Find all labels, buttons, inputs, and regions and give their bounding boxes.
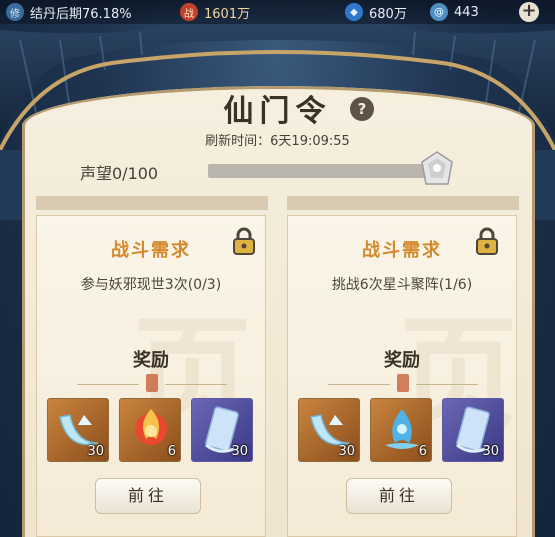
plus-icon[interactable]: + — [519, 2, 539, 22]
item-count: 30 — [87, 444, 104, 459]
realm-progress-text: 结丹后期76.18% — [30, 6, 132, 22]
divider-right — [287, 196, 519, 210]
fire-orb-icon[interactable]: 6 — [119, 398, 181, 462]
page-title: 仙门令 — [223, 94, 332, 129]
currency-value: 443 — [454, 4, 479, 20]
reputation-chest-icon[interactable] — [418, 150, 456, 188]
talisman-scroll-icon[interactable]: 30 — [191, 398, 253, 462]
reward-items: 30 6 30 — [47, 398, 257, 462]
item-count: 6 — [167, 444, 176, 459]
talisman-scroll-icon[interactable]: 30 — [442, 398, 504, 462]
reputation-progress-bar — [208, 164, 430, 178]
crescent-blade-icon[interactable]: 30 — [47, 398, 109, 462]
item-count: 6 — [418, 444, 427, 459]
reward-line-left — [328, 384, 390, 385]
realm-status: 修 结丹后期76.18% — [6, 0, 132, 24]
item-count: 30 — [231, 444, 248, 459]
task-card-1: 页 战斗需求 参与妖邪现世3次(0/3) 奖励 30 6 30 前往 — [36, 215, 266, 537]
item-count: 30 — [482, 444, 499, 459]
reward-items: 30 6 30 — [298, 398, 508, 462]
reward-title: 奖励 — [384, 350, 420, 371]
go-button[interactable]: 前往 — [346, 478, 452, 514]
refresh-timer: 刷新时间：6天19:09:55 — [205, 134, 350, 149]
reputation-label: 声望0/100 — [80, 164, 159, 183]
seal-icon — [146, 374, 158, 392]
reward-line-right — [416, 384, 478, 385]
lock-icon[interactable] — [231, 226, 257, 256]
item-count: 30 — [338, 444, 355, 459]
spirit-stones-value: 680万 — [369, 6, 407, 22]
go-button[interactable]: 前往 — [95, 478, 201, 514]
reward-line-left — [77, 384, 139, 385]
combat-power-value: 1601万 — [204, 6, 251, 22]
cultivation-icon: 修 — [6, 3, 24, 21]
water-flame-icon[interactable]: 6 — [370, 398, 432, 462]
spirit-stones: ◆ 680万 — [345, 0, 407, 24]
currency: @ 443 — [430, 0, 479, 24]
crescent-blade-icon[interactable]: 30 — [298, 398, 360, 462]
task-description: 挑战6次星斗聚阵(1/6) — [331, 277, 473, 293]
top-status-bar: 修 结丹后期76.18% 战 1601万 ◆ 680万 @ 443 + — [0, 0, 555, 24]
combat-power-icon: 战 — [180, 3, 198, 21]
task-card-2: 页 战斗需求 挑战6次星斗聚阵(1/6) 奖励 30 6 30 前往 — [287, 215, 518, 537]
spirit-stone-icon: ◆ — [345, 3, 363, 21]
swirl-currency-icon: @ — [430, 3, 448, 21]
divider-left — [36, 196, 268, 210]
reward-title: 奖励 — [133, 350, 169, 371]
question-icon[interactable]: ? — [350, 97, 374, 121]
seal-icon — [397, 374, 409, 392]
combat-power: 战 1601万 — [180, 0, 250, 24]
lock-icon[interactable] — [474, 226, 500, 256]
task-description: 参与妖邪现世3次(0/3) — [80, 277, 222, 293]
reward-line-right — [165, 384, 227, 385]
